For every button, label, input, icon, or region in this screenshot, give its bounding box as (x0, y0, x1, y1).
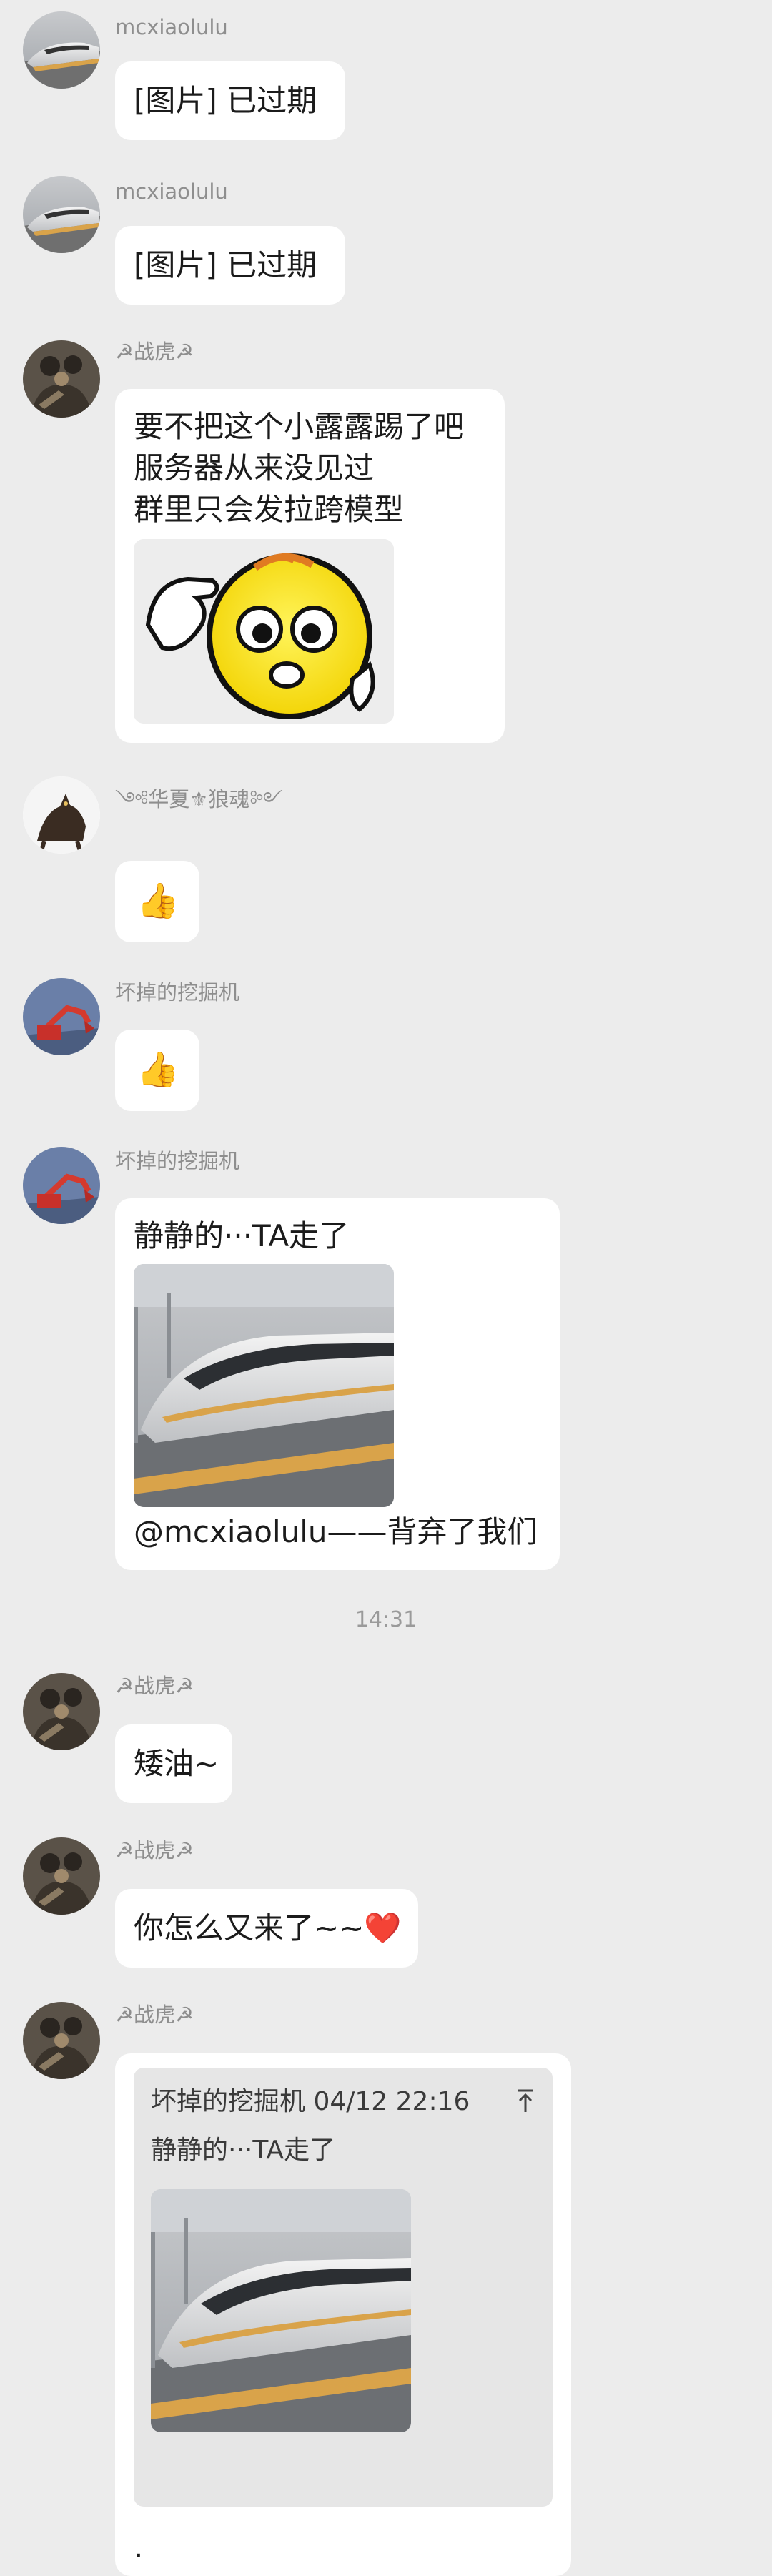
sender-name: ☭战虎☭ (115, 1674, 194, 1698)
sticker-image[interactable] (134, 539, 394, 724)
message-bubble[interactable]: 👍 (115, 861, 199, 942)
message-text: 矮油~ (134, 1746, 219, 1781)
avatar-excavator[interactable] (23, 1147, 100, 1224)
pin-icon[interactable] (515, 2088, 535, 2113)
message-text: 静静的···TA走了 (134, 1218, 350, 1253)
avatar-huaxia[interactable] (23, 776, 100, 854)
avatar-zhanhu[interactable] (23, 2002, 100, 2079)
timestamp: 14:31 (355, 1607, 417, 1632)
message-bubble[interactable]: 静静的···TA走了 @mcxiaolulu——背弃了我们 (115, 1198, 560, 1570)
sender-name: mcxiaolulu (115, 179, 228, 204)
message-text: 你怎么又来了~~❤️ (134, 1910, 402, 1945)
avatar-zhanhu[interactable] (23, 340, 100, 418)
message-bubble[interactable]: 坏掉的挖掘机 04/12 22:16 静静的···TA走了 . (115, 2053, 571, 2576)
message-bubble[interactable]: 要不把这个小露露踢了吧 服务器从来没见过 群里只会发拉跨模型 (115, 389, 505, 743)
quote-text: 静静的···TA走了 (151, 2136, 336, 2165)
message-line: 服务器从来没见过 (134, 450, 375, 485)
avatar-excavator[interactable] (23, 978, 100, 1055)
sender-name: ༺华夏⚜狼魂༻ (115, 787, 283, 811)
quoted-message[interactable]: 坏掉的挖掘机 04/12 22:16 静静的···TA走了 (134, 2068, 553, 2507)
avatar-mcxiaolulu[interactable] (23, 11, 100, 89)
sender-name: ☭战虎☭ (115, 340, 194, 364)
message-text: [图片] 已过期 (134, 83, 317, 118)
message-bubble[interactable]: 矮油~ (115, 1724, 232, 1803)
sender-name: mcxiaolulu (115, 15, 228, 39)
avatar-mcxiaolulu[interactable] (23, 176, 100, 253)
sender-name: 坏掉的挖掘机 (115, 980, 240, 1005)
avatar-zhanhu[interactable] (23, 1673, 100, 1750)
chat-view: mcxiaolulu [图片] 已过期 mcxiaolulu [图片] 已过期 … (0, 0, 772, 2576)
message-bubble[interactable]: [图片] 已过期 (115, 61, 345, 140)
avatar-zhanhu[interactable] (23, 1837, 100, 1915)
thumbs-up-icon: 👍 (137, 1050, 179, 1090)
message-bubble[interactable]: 你怎么又来了~~❤️ (115, 1889, 418, 1968)
thumbs-up-icon: 👍 (137, 881, 179, 921)
message-text: . (134, 2530, 144, 2565)
message-bubble[interactable]: 👍 (115, 1030, 199, 1111)
message-text: [图片] 已过期 (134, 247, 317, 282)
quoted-train-image[interactable] (151, 2189, 411, 2432)
sender-name: ☭战虎☭ (115, 1838, 194, 1862)
message-line: 要不把这个小露露踢了吧 (134, 409, 465, 444)
message-text: @mcxiaolulu——背弃了我们 (134, 1514, 538, 1549)
sender-name: 坏掉的挖掘机 (115, 1149, 240, 1173)
message-bubble[interactable]: [图片] 已过期 (115, 226, 345, 305)
sender-name: ☭战虎☭ (115, 2003, 194, 2027)
quote-author-time: 坏掉的挖掘机 04/12 22:16 (151, 2087, 470, 2116)
train-image[interactable] (134, 1264, 394, 1507)
message-line: 群里只会发拉跨模型 (134, 492, 405, 527)
